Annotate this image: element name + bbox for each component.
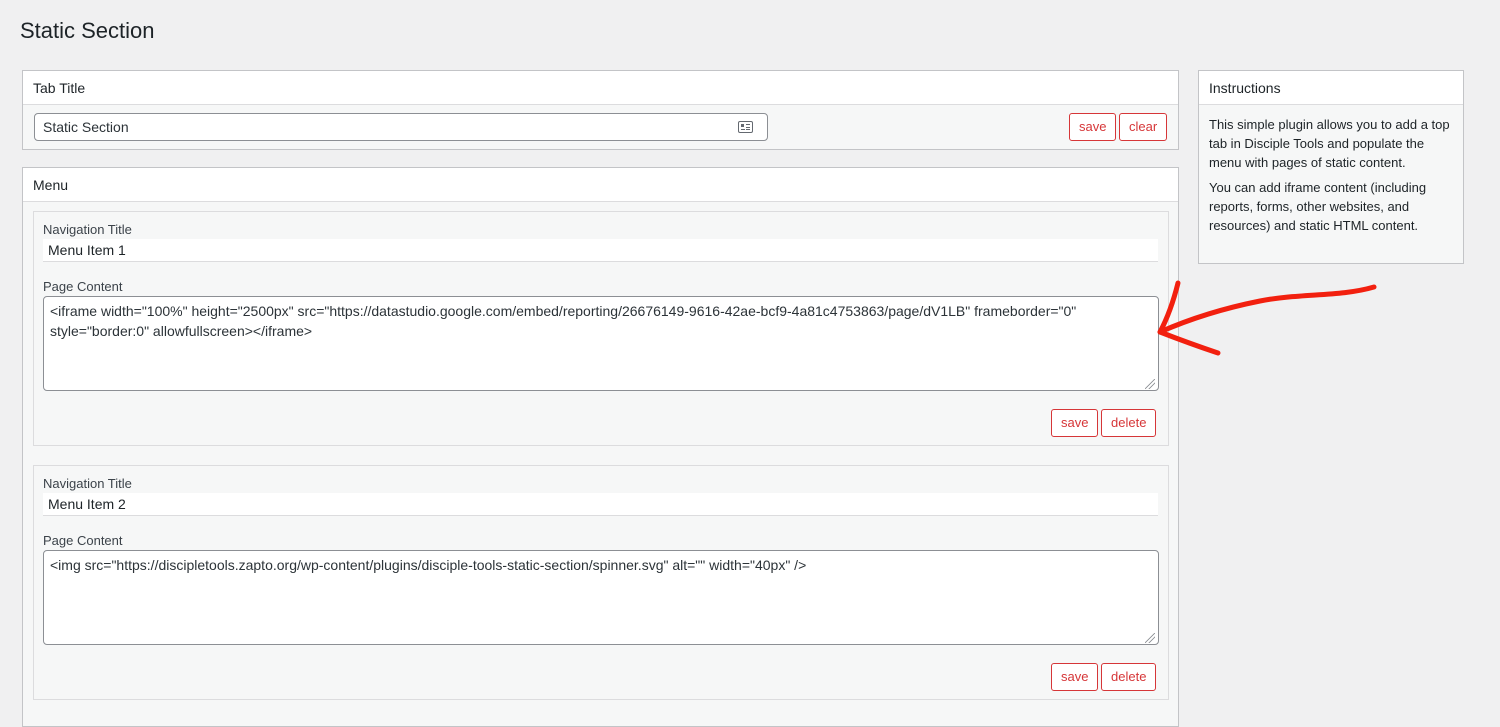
menu-item: Navigation Title Page Content <iframe wi… — [33, 211, 1169, 446]
page-content-textarea[interactable]: <img src="https://discipletools.zapto.or… — [43, 550, 1159, 645]
contact-card-icon[interactable] — [738, 121, 753, 133]
tab-title-body: save clear — [23, 105, 1178, 150]
instructions-box: Instructions This simple plugin allows y… — [1198, 70, 1464, 264]
tab-title-header: Tab Title — [23, 71, 1178, 105]
menu-item-delete-button[interactable]: delete — [1101, 663, 1157, 691]
instructions-paragraph: This simple plugin allows you to add a t… — [1209, 117, 1450, 170]
instructions-paragraph: You can add iframe content (including re… — [1209, 180, 1427, 233]
navigation-title-label: Navigation Title — [43, 476, 132, 491]
page-content-label: Page Content — [43, 533, 123, 548]
tab-title-input-wrap — [34, 113, 768, 141]
red-arrow-annotation — [1157, 280, 1377, 356]
page-content-textarea[interactable]: <iframe width="100%" height="2500px" src… — [43, 296, 1159, 391]
textarea-resize-handle[interactable] — [1145, 633, 1155, 643]
tab-title-clear-button[interactable]: clear — [1119, 113, 1168, 141]
tab-title-save-button[interactable]: save — [1069, 113, 1117, 141]
instructions-header: Instructions — [1199, 71, 1463, 105]
menu-item-save-button[interactable]: save — [1051, 663, 1099, 691]
textarea-resize-handle[interactable] — [1145, 379, 1155, 389]
tab-title-input[interactable] — [35, 114, 725, 140]
page-content-label: Page Content — [43, 279, 123, 294]
menu-header: Menu — [23, 168, 1178, 202]
instructions-body: This simple plugin allows you to add a t… — [1199, 105, 1463, 251]
menu-item-save-button[interactable]: save — [1051, 409, 1099, 437]
navigation-title-input[interactable] — [43, 493, 1158, 516]
navigation-title-input[interactable] — [43, 239, 1158, 262]
menu-box: Menu Navigation Title Page Content <ifra… — [22, 167, 1179, 727]
menu-item: Navigation Title Page Content <img src="… — [33, 465, 1169, 700]
menu-item-delete-button[interactable]: delete — [1101, 409, 1157, 437]
navigation-title-label: Navigation Title — [43, 222, 132, 237]
tab-title-box: Tab Title save clear — [22, 70, 1179, 150]
page-title: Static Section — [20, 18, 155, 43]
